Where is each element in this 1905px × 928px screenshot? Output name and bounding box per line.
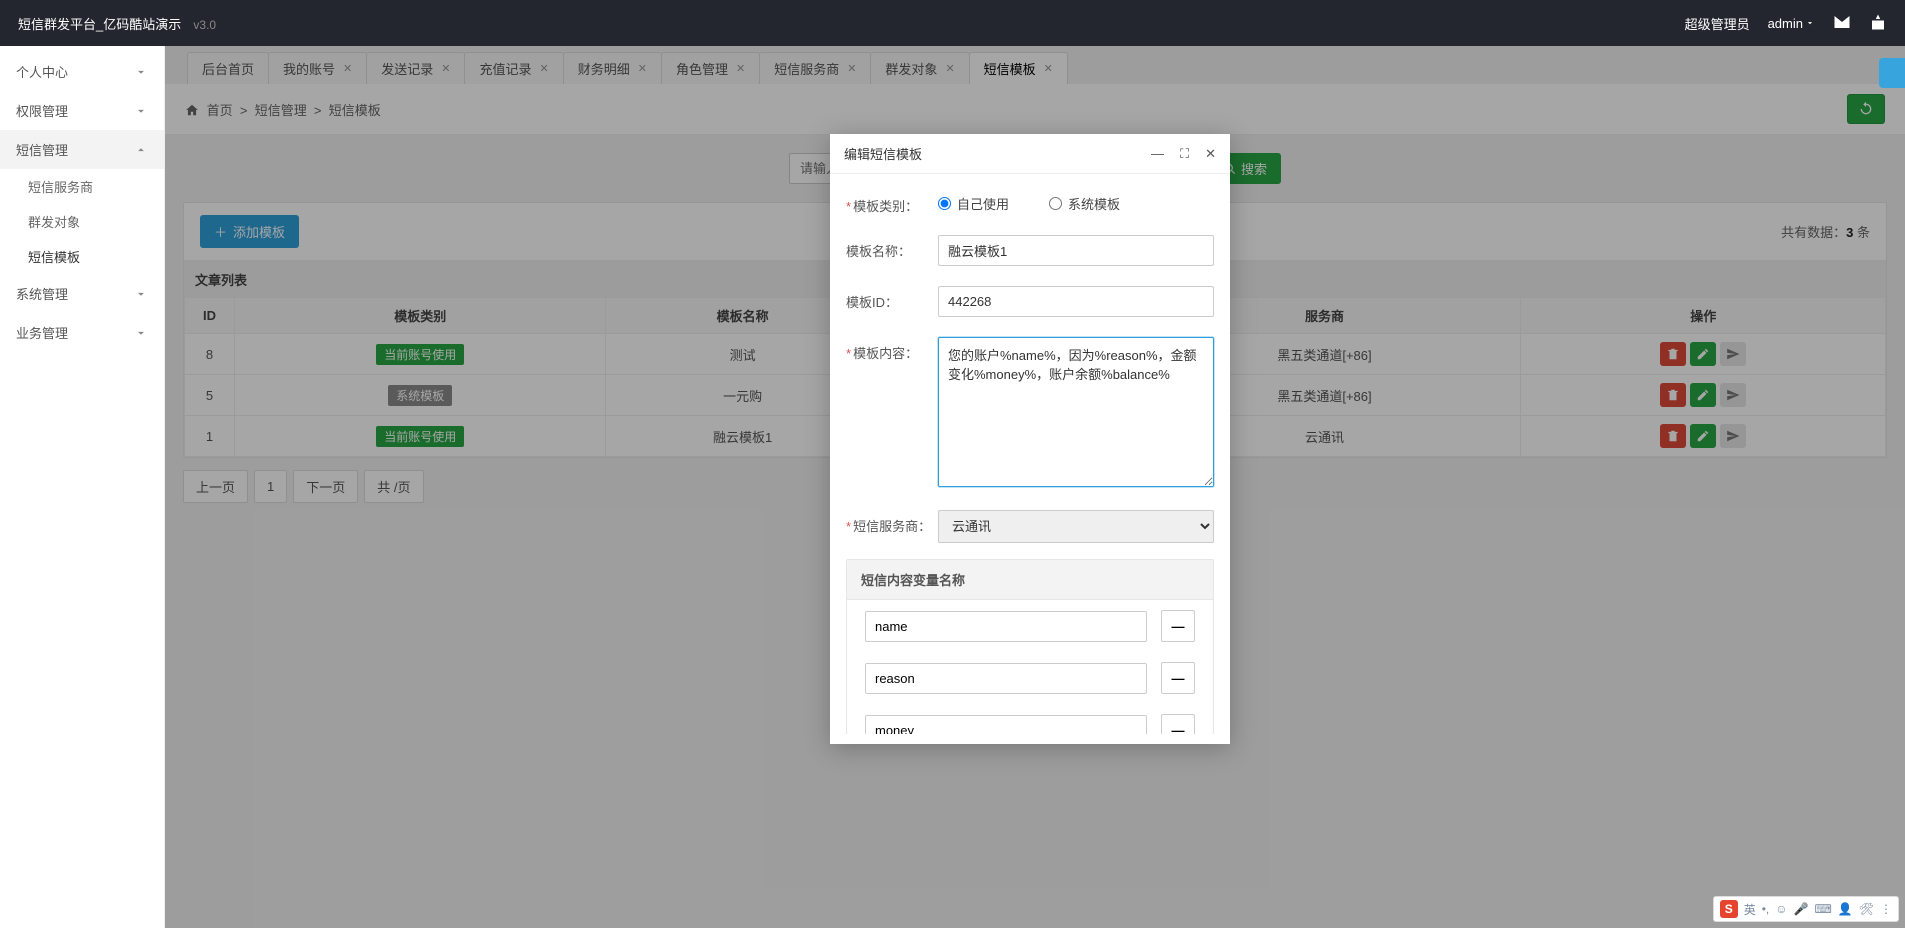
ime-bar[interactable]: S 英 •, ☺ 🎤 ⌨ 👤 🛠 ⋮ [1713,896,1899,922]
var-input[interactable] [865,611,1147,642]
radio-self[interactable]: 自己使用 [938,194,1009,213]
brand-version: v3.0 [193,18,216,32]
radio-system[interactable]: 系统模板 [1049,194,1120,213]
tpl-name-input[interactable] [938,235,1214,266]
var-remove-button[interactable]: — [1161,662,1195,694]
brand-title: 短信群发平台_亿码酷站演示 [18,17,181,32]
ime-user-icon[interactable]: 👤 [1838,902,1853,916]
var-remove-button[interactable]: — [1161,610,1195,642]
sidebar: 个人中心权限管理短信管理短信服务商群发对象短信模板系统管理业务管理 [0,46,165,928]
topbar-right: 超级管理员 admin [1685,13,1887,34]
sidebar-item[interactable]: 个人中心 [0,52,164,91]
modal-title: 编辑短信模板 [844,144,922,163]
sidebar-subitem[interactable]: 短信模板 [0,239,164,274]
var-panel: 短信内容变量名称 — — — [846,559,1214,734]
var-input[interactable] [865,715,1147,735]
ime-logo-icon: S [1720,900,1738,918]
var-panel-title: 短信内容变量名称 [847,560,1213,600]
var-row: — [847,704,1213,734]
brand: 短信群发平台_亿码酷站演示 v3.0 [18,14,216,33]
main: 后台首页我的账号✕发送记录✕充值记录✕财务明细✕角色管理✕短信服务商✕群发对象✕… [165,46,1905,928]
sidebar-subitem[interactable]: 短信服务商 [0,169,164,204]
var-row: — [847,652,1213,704]
sidebar-subitem[interactable]: 群发对象 [0,204,164,239]
maximize-icon[interactable]: ⛶ [1180,146,1189,162]
ime-more-icon[interactable]: ⋮ [1880,902,1892,916]
tpl-id-input[interactable] [938,286,1214,317]
minimize-icon[interactable]: — [1151,146,1164,162]
edit-modal: 编辑短信模板 — ⛶ ✕ *模板类别： 自己使用 系统模板 模板名称： [830,134,1230,744]
tpl-content-textarea[interactable] [938,337,1214,487]
svc-select[interactable]: 云通讯 [938,510,1214,543]
var-row: — [847,600,1213,652]
ime-kb-icon[interactable]: ⌨ [1814,902,1831,916]
var-remove-button[interactable]: — [1161,714,1195,734]
mail-icon[interactable] [1833,13,1851,34]
topbar: 短信群发平台_亿码酷站演示 v3.0 超级管理员 admin [0,0,1905,46]
ime-punct-icon[interactable]: •, [1762,902,1770,916]
theme-icon[interactable] [1869,13,1887,34]
ime-lang[interactable]: 英 [1744,901,1756,918]
ime-mic-icon[interactable]: 🎤 [1794,902,1809,916]
sidebar-item[interactable]: 系统管理 [0,274,164,313]
user-role: 超级管理员 [1685,14,1750,33]
side-floater[interactable] [1879,58,1905,88]
sidebar-item[interactable]: 短信管理 [0,130,164,169]
close-icon[interactable]: ✕ [1205,146,1216,162]
ime-emoji-icon[interactable]: ☺ [1775,902,1787,916]
sidebar-item[interactable]: 业务管理 [0,313,164,352]
user-name[interactable]: admin [1768,16,1815,31]
ime-tool-icon[interactable]: 🛠 [1859,902,1874,916]
sidebar-item[interactable]: 权限管理 [0,91,164,130]
var-input[interactable] [865,663,1147,694]
